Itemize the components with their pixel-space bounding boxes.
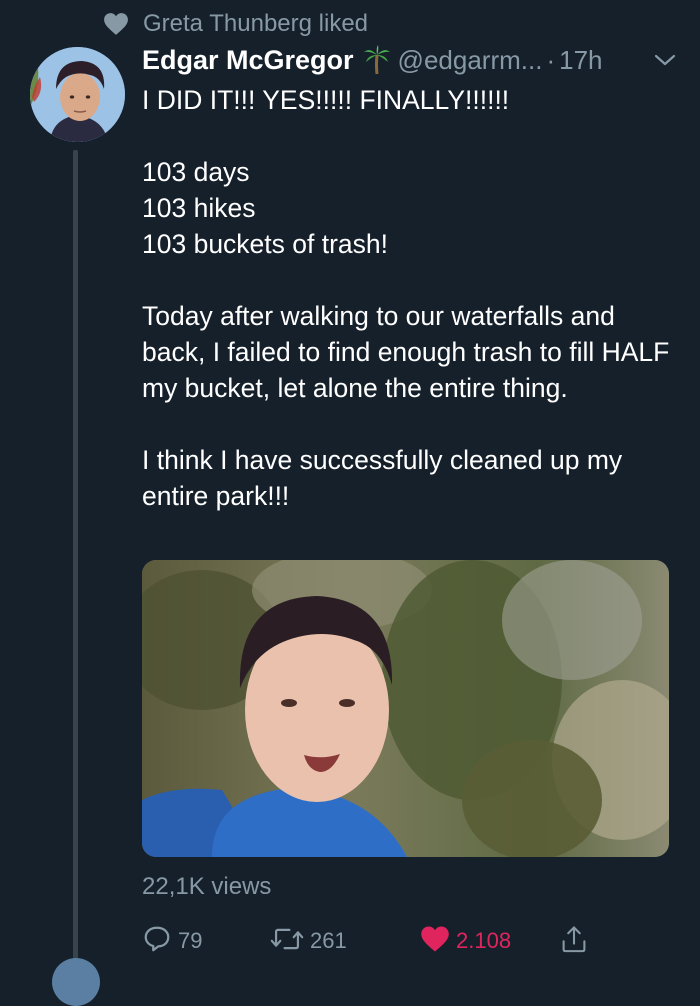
thread-line — [73, 150, 78, 960]
tweet-paragraph: I think I have successfully cleaned up m… — [142, 445, 623, 511]
avatar[interactable] — [30, 47, 125, 142]
header-separator: · — [546, 44, 556, 75]
reply-icon — [142, 924, 172, 959]
tweet-line: 103 days — [142, 157, 250, 187]
palm-tree-icon — [363, 45, 390, 75]
retweet-button[interactable]: 261 — [270, 922, 347, 960]
tweet-text: I DID IT!!! YES!!!!! FINALLY!!!!!! 103 d… — [142, 82, 682, 514]
heart-icon — [103, 12, 129, 36]
tweet-line: I DID IT!!! YES!!!!! FINALLY!!!!!! — [142, 85, 510, 115]
retweet-icon — [270, 924, 304, 959]
view-count: 22,1K views — [142, 873, 272, 900]
tweet-paragraph: Today after walking to our waterfalls an… — [142, 301, 670, 403]
tweet-actions: 79 261 2.108 — [142, 922, 662, 960]
tweet-header: Edgar McGregor @edgarrm... · 17h — [142, 40, 603, 80]
tweet-line: 103 buckets of trash! — [142, 229, 389, 259]
next-tweet-avatar[interactable] — [52, 958, 100, 1006]
chevron-down-icon[interactable] — [652, 50, 678, 70]
share-icon — [560, 924, 588, 959]
tweet-timestamp[interactable]: 17h — [559, 45, 602, 76]
share-button[interactable] — [560, 922, 588, 960]
social-context-text: Greta Thunberg liked — [143, 10, 369, 37]
social-context[interactable]: Greta Thunberg liked — [103, 8, 368, 40]
retweet-count: 261 — [310, 928, 347, 953]
like-count: 2.108 — [456, 928, 512, 953]
heart-filled-icon — [420, 925, 450, 958]
reply-count: 79 — [178, 928, 203, 953]
reply-button[interactable]: 79 — [142, 922, 202, 960]
author-handle[interactable]: @edgarrm... — [398, 45, 543, 76]
video-thumbnail[interactable] — [142, 560, 669, 857]
like-button[interactable]: 2.108 — [420, 922, 511, 960]
tweet-line: 103 hikes — [142, 193, 256, 223]
author-display-name[interactable]: Edgar McGregor — [142, 45, 354, 76]
